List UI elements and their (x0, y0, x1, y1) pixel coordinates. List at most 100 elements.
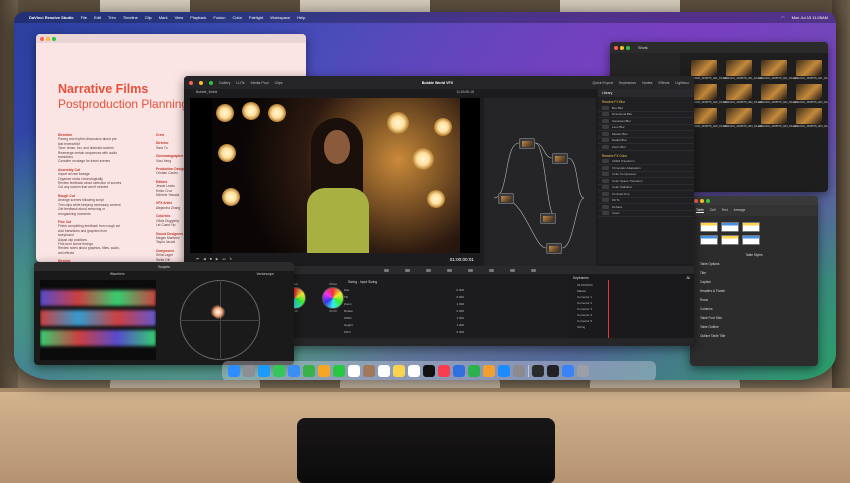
system-settings-icon[interactable] (513, 365, 525, 377)
reminders-icon[interactable] (378, 365, 390, 377)
fx-category[interactable]: Resolve FX Blur (598, 97, 694, 105)
param-value[interactable]: 0.000 (456, 330, 464, 334)
playhead[interactable] (608, 280, 609, 340)
table-option[interactable]: Table Outline (690, 323, 818, 332)
fx-item[interactable]: Invert (598, 211, 694, 217)
param-value[interactable]: 1.000 (456, 323, 464, 327)
calendar-icon[interactable] (348, 365, 360, 377)
table-style-swatch[interactable] (700, 235, 718, 245)
safari-icon[interactable] (258, 365, 270, 377)
trackpad[interactable] (297, 418, 555, 483)
file-item[interactable]: H0012201_3495578_A02_04.mov (793, 84, 828, 104)
table-option[interactable]: Outline Table Title (690, 332, 818, 341)
toolbar-button[interactable] (405, 268, 410, 272)
tv-icon[interactable] (423, 365, 435, 377)
terminal-icon[interactable] (547, 365, 559, 377)
toolbar-button[interactable] (426, 268, 431, 272)
photos-icon[interactable] (318, 365, 330, 377)
menu-item[interactable]: Mark (159, 15, 168, 20)
freeform-icon[interactable] (408, 365, 420, 377)
toolbar-button[interactable] (384, 268, 389, 272)
color-node[interactable] (519, 138, 535, 149)
skip-back-icon[interactable]: ⏮ (196, 257, 199, 261)
table-option[interactable]: Columns (690, 305, 818, 314)
finder-titlebar[interactable]: Shots (610, 42, 828, 53)
pages-icon[interactable] (483, 365, 495, 377)
trash-icon[interactable] (577, 365, 589, 377)
play-icon[interactable]: ▶ (216, 257, 219, 261)
file-item[interactable]: H0012201_3495578_A03_03.mov (758, 108, 798, 128)
play-reverse-icon[interactable]: ◀ (203, 257, 206, 261)
numbers-titlebar[interactable] (690, 196, 818, 205)
table-option[interactable]: Rows (690, 296, 818, 305)
tab-luts[interactable]: LUTs (236, 81, 244, 85)
keyframes-filter[interactable]: All (686, 276, 690, 280)
menu-item[interactable]: Workspace (270, 15, 290, 20)
scopes-window[interactable]: Scopes Waveform Vectorscope (34, 262, 294, 365)
app-store-icon[interactable] (498, 365, 510, 377)
param-value[interactable]: 1.000 (456, 302, 464, 306)
tab-text[interactable]: Text (722, 208, 728, 213)
table-style-swatch[interactable] (721, 235, 739, 245)
tab-table[interactable]: Table (696, 208, 704, 213)
keyframe-track[interactable]: Sizing (569, 324, 694, 330)
file-item[interactable]: H0012201_3495578_A01_04.mov (793, 60, 828, 80)
facetime-icon[interactable] (333, 365, 345, 377)
contacts-icon[interactable] (363, 365, 375, 377)
toolbar-button[interactable] (510, 268, 515, 272)
menu-item[interactable]: Clip (145, 15, 152, 20)
close-button[interactable] (40, 36, 44, 41)
tab-cell[interactable]: Cell (710, 208, 716, 213)
file-item[interactable]: H0012201_3495578_A01_02.mov (723, 60, 763, 80)
toolbar-button[interactable] (447, 268, 452, 272)
numbers-icon[interactable] (468, 365, 480, 377)
scopes-titlebar[interactable]: Scopes (34, 262, 294, 271)
table-option[interactable]: Caption (690, 278, 818, 287)
color-node[interactable] (498, 193, 514, 204)
color-node[interactable] (546, 243, 562, 254)
launchpad-icon[interactable] (243, 365, 255, 377)
davinci-resolve-icon[interactable] (532, 365, 544, 377)
document-titlebar[interactable] (36, 34, 306, 43)
toolbar-button[interactable] (489, 268, 494, 272)
finder-icon[interactable] (228, 365, 240, 377)
notes-icon[interactable] (393, 365, 405, 377)
music-icon[interactable] (438, 365, 450, 377)
wifi-icon[interactable]: ◠ (781, 15, 785, 20)
tab-gallery[interactable]: Gallery (219, 81, 230, 85)
table-style-swatch[interactable] (700, 222, 718, 232)
param-value[interactable]: 0.000 (456, 288, 464, 292)
menu-item[interactable]: Timeline (123, 15, 138, 20)
menu-item[interactable]: Playback (190, 15, 206, 20)
menu-item[interactable]: Color (232, 15, 242, 20)
color-node[interactable] (552, 153, 568, 164)
param-value[interactable]: 1.000 (456, 316, 464, 320)
menu-item[interactable]: Help (297, 15, 305, 20)
menu-item[interactable]: Trim (108, 15, 116, 20)
tab-quick-export[interactable]: Quick Export (592, 81, 613, 85)
tab-clips[interactable]: Clips (275, 81, 283, 85)
table-option[interactable]: Table Options (690, 260, 818, 269)
minimize-button[interactable] (700, 198, 704, 203)
file-item[interactable]: H0012201_3495578_A03_04.mov (793, 108, 828, 128)
menu-item[interactable]: Fusion (213, 15, 225, 20)
offset-wheel[interactable] (322, 287, 344, 309)
minimize-button[interactable] (199, 80, 203, 85)
tab-effects[interactable]: Effects (658, 81, 669, 85)
table-option[interactable]: Title (690, 269, 818, 278)
menu-clock[interactable]: Mon Jul 15 11:05AM (792, 15, 828, 20)
zoom-button[interactable] (209, 80, 213, 85)
file-item[interactable]: H0012201_3495578_A02_03.mov (758, 84, 798, 104)
zoom-button[interactable] (706, 198, 710, 203)
file-item[interactable]: H0012201_3495578_A03_02.mov (723, 108, 763, 128)
file-item[interactable]: H0012201_3495578_A01_03.mov (758, 60, 798, 80)
stop-icon[interactable]: ■ (210, 257, 212, 261)
table-style-swatch[interactable] (721, 222, 739, 232)
zoom-button[interactable] (626, 45, 630, 50)
tab-nodes[interactable]: Nodes (642, 81, 652, 85)
video-viewer[interactable] (190, 98, 480, 253)
menu-app-name[interactable]: DaVinci Resolve Studio (29, 15, 74, 20)
skip-forward-icon[interactable]: ⏭ (222, 257, 225, 261)
zoom-button[interactable] (52, 36, 56, 41)
minimize-button[interactable] (620, 45, 624, 50)
